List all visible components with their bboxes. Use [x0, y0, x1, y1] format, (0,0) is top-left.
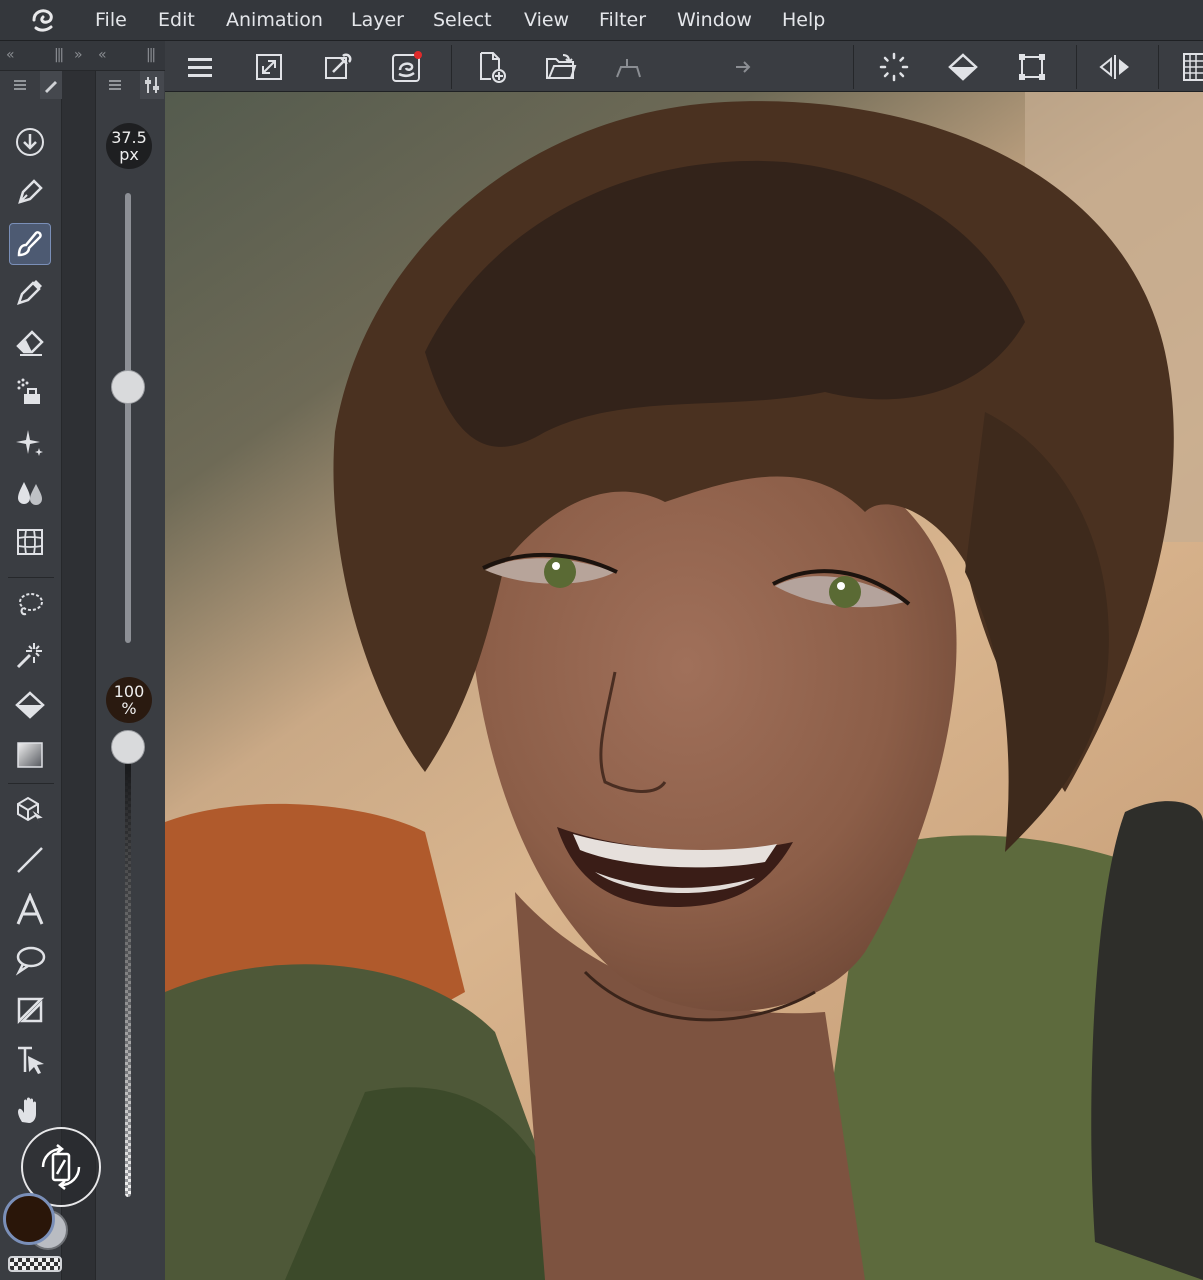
menu-select[interactable]: Select [433, 9, 492, 31]
magic-wand-icon[interactable] [9, 634, 51, 676]
clip-studio-logo-icon[interactable] [28, 6, 58, 34]
resize-canvas-icon[interactable] [251, 49, 287, 85]
opacity-unit: % [121, 699, 137, 718]
download-icon[interactable] [9, 121, 51, 163]
brush-size-panel: 37.5 px 100 % [95, 71, 165, 1280]
hand-icon[interactable] [9, 1089, 51, 1131]
menu-filter[interactable]: Filter [599, 9, 646, 31]
decoration-pen-icon[interactable] [9, 271, 51, 313]
notification-dot [414, 51, 422, 59]
fill-bucket-icon[interactable] [945, 49, 981, 85]
transparent-color-swatch[interactable] [8, 1256, 62, 1272]
menu-bar: File Edit Animation Layer Select View Fi… [0, 0, 1203, 41]
opacity-slider-thumb[interactable] [111, 730, 145, 764]
operation-icon[interactable] [9, 1039, 51, 1081]
clip-studio-icon[interactable] [389, 49, 425, 85]
blend-icon[interactable] [9, 471, 51, 513]
brush-size-value: 37.5 [111, 128, 147, 147]
brush-size-unit: px [119, 145, 139, 164]
grid-icon[interactable] [1177, 49, 1203, 85]
undo-icon[interactable] [610, 49, 646, 85]
selection-launcher-icon[interactable] [876, 49, 912, 85]
collapse-left-icon-2[interactable]: « [98, 47, 106, 63]
canvas-artwork [165, 92, 1203, 1280]
hamburger-menu-icon[interactable] [182, 49, 218, 85]
main-color-swatch[interactable] [3, 1193, 55, 1245]
menu-edit[interactable]: Edit [158, 9, 195, 31]
menu-animation[interactable]: Animation [226, 9, 323, 31]
eyedropper-icon[interactable] [320, 49, 356, 85]
eraser-icon[interactable] [9, 321, 51, 363]
transform-icon[interactable] [1014, 49, 1050, 85]
tool-panel-menu-icon[interactable] [0, 71, 40, 99]
fill-icon[interactable] [9, 684, 51, 726]
menu-help[interactable]: Help [782, 9, 825, 31]
panel-collapse-strip: « ||| » « ||| [0, 41, 165, 71]
panel-grip-icon[interactable]: ||| [54, 47, 64, 63]
new-file-icon[interactable] [474, 49, 510, 85]
airbrush-icon[interactable] [9, 371, 51, 413]
menu-view[interactable]: View [524, 9, 569, 31]
drawing-canvas[interactable] [165, 92, 1203, 1280]
opacity-track[interactable] [125, 747, 131, 1197]
command-bar [165, 41, 1203, 92]
menu-window[interactable]: Window [677, 9, 752, 31]
color-indicator [0, 1188, 95, 1280]
frame-icon[interactable] [9, 989, 51, 1031]
mesh-icon[interactable] [9, 521, 51, 563]
gradient-icon[interactable] [9, 734, 51, 776]
collapse-left-icon[interactable]: « [6, 47, 14, 63]
tool-separator-2 [8, 783, 54, 784]
lasso-icon[interactable] [9, 584, 51, 626]
flip-horizontal-icon[interactable] [1097, 49, 1133, 85]
object-select-icon[interactable] [9, 789, 51, 831]
brush-size-track[interactable] [125, 193, 131, 643]
tool-panel-tab-pen-icon[interactable] [40, 71, 62, 99]
text-icon[interactable] [9, 889, 51, 931]
panel-gap [62, 71, 95, 1280]
pen-icon[interactable] [9, 171, 51, 213]
panel-grip-icon-2[interactable]: ||| [146, 47, 156, 63]
menu-file[interactable]: File [95, 9, 127, 31]
opacity-value: 100 [113, 682, 145, 701]
tool-separator [8, 577, 54, 578]
slider-panel-menu-icon[interactable] [96, 71, 134, 99]
toolbar-separator-2 [853, 45, 854, 89]
toolbar-separator-4 [1158, 45, 1159, 89]
brush-icon[interactable] [9, 223, 51, 265]
line-icon[interactable] [9, 839, 51, 881]
menu-layer[interactable]: Layer [351, 9, 404, 31]
toolbar-separator-3 [1076, 45, 1077, 89]
balloon-icon[interactable] [9, 939, 51, 981]
toolbar-separator [451, 45, 452, 89]
brush-size-slider-thumb[interactable] [111, 369, 145, 404]
tool-panel [0, 71, 62, 1280]
slider-panel-tab-settings-icon[interactable] [140, 71, 164, 99]
brush-size-readout[interactable]: 37.5 px [106, 123, 152, 169]
sparkle-icon[interactable] [9, 421, 51, 463]
redo-icon[interactable] [725, 49, 761, 85]
open-folder-icon[interactable] [543, 49, 579, 85]
opacity-readout[interactable]: 100 % [106, 677, 152, 723]
rotate-device-icon [41, 1144, 81, 1190]
expand-right-icon[interactable]: » [74, 47, 82, 63]
